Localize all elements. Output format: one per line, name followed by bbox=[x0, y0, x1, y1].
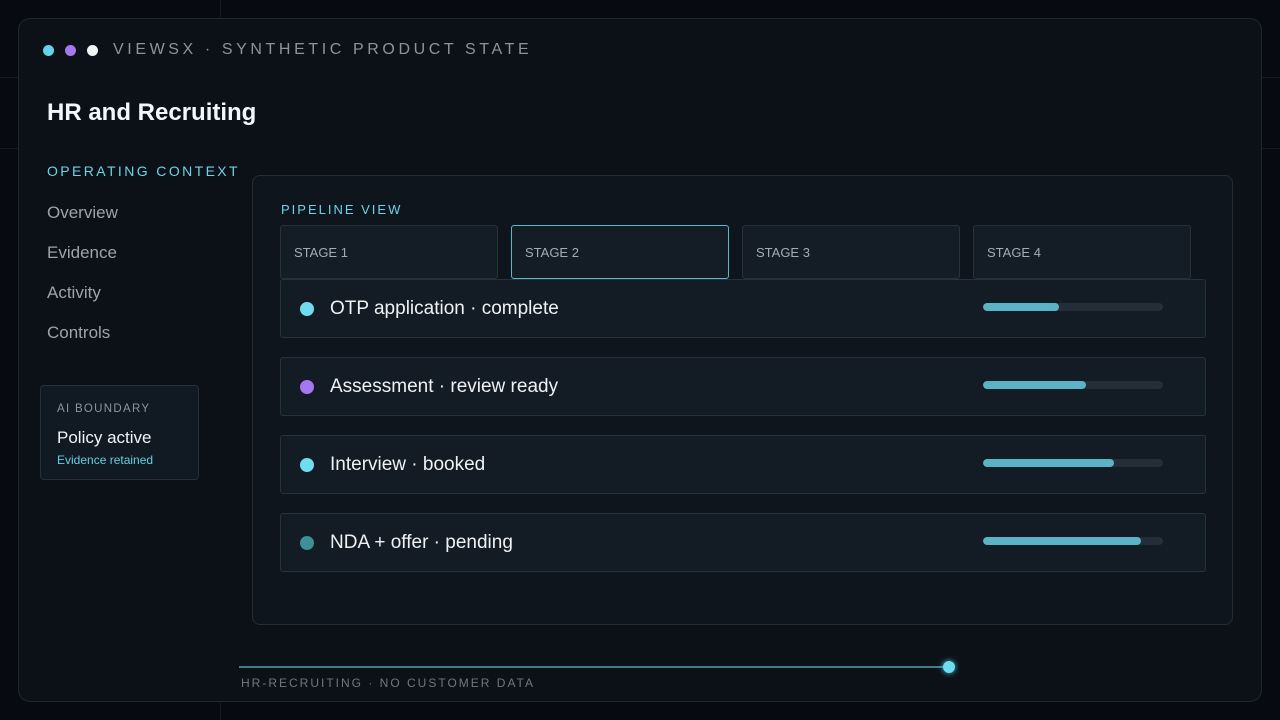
pipeline-view-label: PIPELINE VIEW bbox=[281, 202, 403, 217]
ai-boundary-status: Policy active bbox=[57, 428, 152, 447]
pipeline-row[interactable]: NDA + offer · pending bbox=[280, 513, 1206, 572]
timeline-handle[interactable] bbox=[943, 661, 955, 673]
stage-tabs: STAGE 1 STAGE 2 STAGE 3 STAGE 4 bbox=[280, 225, 1204, 279]
window-dot-3 bbox=[87, 44, 98, 56]
pipeline-row-label: OTP application · complete bbox=[330, 298, 559, 319]
ai-boundary-detail: Evidence retained bbox=[57, 453, 154, 467]
tab-stage-1[interactable]: STAGE 1 bbox=[280, 225, 498, 279]
page-title: HR and Recruiting bbox=[47, 99, 257, 126]
progress-bar bbox=[983, 537, 1163, 545]
ai-boundary-card: AI BOUNDARY Policy active Evidence retai… bbox=[40, 385, 199, 480]
status-dot-icon bbox=[300, 536, 314, 550]
pipeline-row-label: Assessment · review ready bbox=[330, 376, 559, 397]
progress-bar bbox=[983, 303, 1163, 311]
window-dot-2 bbox=[65, 44, 76, 56]
status-dot-icon bbox=[300, 458, 314, 472]
tab-stage-2[interactable]: STAGE 2 bbox=[511, 225, 729, 279]
pipeline-row-label: NDA + offer · pending bbox=[330, 532, 513, 553]
progress-fill bbox=[983, 303, 1059, 311]
window-dot-1 bbox=[43, 44, 54, 56]
sidebar-item-activity[interactable]: Activity bbox=[47, 283, 118, 323]
pipeline-rows: OTP application · complete Assessment · … bbox=[280, 279, 1206, 591]
pipeline-row[interactable]: Assessment · review ready bbox=[280, 357, 1206, 416]
sidebar-item-controls[interactable]: Controls bbox=[47, 323, 118, 363]
tab-stage-3[interactable]: STAGE 3 bbox=[742, 225, 960, 279]
progress-bar bbox=[983, 381, 1163, 389]
status-dot-icon bbox=[300, 302, 314, 316]
operating-context-label: OPERATING CONTEXT bbox=[47, 163, 240, 179]
pipeline-row-label: Interview · booked bbox=[330, 454, 486, 475]
app-window: VIEWSX · SYNTHETIC PRODUCT STATE HR and … bbox=[18, 18, 1262, 702]
progress-fill bbox=[983, 537, 1142, 545]
sidebar-item-evidence[interactable]: Evidence bbox=[47, 243, 118, 283]
app-title: VIEWSX · SYNTHETIC PRODUCT STATE bbox=[113, 41, 533, 58]
progress-bar bbox=[983, 459, 1163, 467]
sidebar-nav: Overview Evidence Activity Controls bbox=[47, 203, 118, 363]
pipeline-panel: PIPELINE VIEW STAGE 1 STAGE 2 STAGE 3 ST… bbox=[252, 175, 1233, 625]
sidebar-item-overview[interactable]: Overview bbox=[47, 203, 118, 243]
pipeline-row[interactable]: OTP application · complete bbox=[280, 279, 1206, 338]
timeline-track bbox=[239, 661, 955, 673]
progress-fill bbox=[983, 381, 1086, 389]
tab-stage-4[interactable]: STAGE 4 bbox=[973, 225, 1191, 279]
status-dot-icon bbox=[300, 380, 314, 394]
ai-boundary-label: AI BOUNDARY bbox=[57, 403, 151, 415]
footer-note: HR-RECRUITING · NO CUSTOMER DATA bbox=[241, 676, 535, 690]
title-bar: VIEWSX · SYNTHETIC PRODUCT STATE bbox=[43, 41, 532, 59]
progress-fill bbox=[983, 459, 1115, 467]
pipeline-row[interactable]: Interview · booked bbox=[280, 435, 1206, 494]
